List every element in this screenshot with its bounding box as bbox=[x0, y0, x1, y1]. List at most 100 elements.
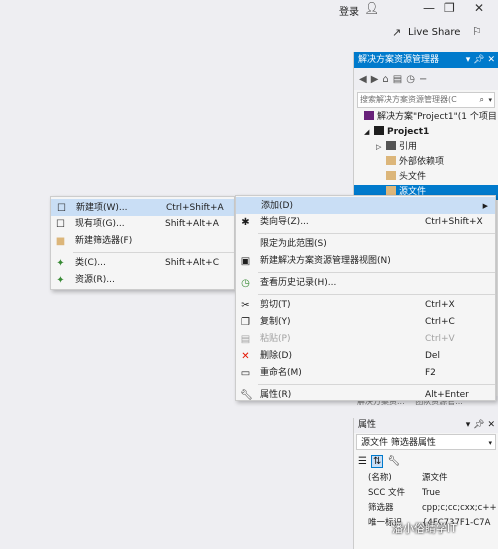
menu-separator bbox=[258, 272, 495, 273]
home-icon[interactable]: ⌂ bbox=[382, 74, 388, 85]
menu-shortcut: F2 bbox=[425, 368, 436, 378]
alphabetical-icon[interactable]: ⇅ bbox=[370, 454, 384, 468]
minimize-icon[interactable]: — bbox=[423, 1, 435, 15]
properties-object-select[interactable]: 源文件 筛选器属性 ▾ bbox=[356, 434, 496, 450]
menu-item-view-history[interactable]: ◷ 查看历史记录(H)... bbox=[236, 275, 495, 292]
context-menu: 添加(D) ▶ ✱ 类向导(Z)... Ctrl+Shift+X 限定为此范围(… bbox=[235, 195, 496, 401]
resource-icon: ✦ bbox=[56, 275, 65, 286]
share-icon[interactable]: ↗ bbox=[392, 26, 401, 39]
menu-item-new-explorer-view[interactable]: ▣ 新建解决方案资源管理器视图(N) bbox=[236, 253, 495, 270]
watermark: 潘小俗睛学IT bbox=[392, 522, 457, 535]
property-key: SCC 文件 bbox=[368, 488, 405, 498]
tree-item-external-deps[interactable]: 外部依赖项 bbox=[354, 155, 498, 170]
menu-item-cut[interactable]: ✂ 剪切(T) Ctrl+X bbox=[236, 297, 495, 314]
tree-item-project[interactable]: ◢ Project1 bbox=[354, 125, 498, 140]
menu-label: 新建解决方案资源管理器视图(N) bbox=[260, 256, 391, 266]
properties-object-label: 源文件 筛选器属性 bbox=[361, 438, 436, 448]
project-icon bbox=[374, 126, 384, 135]
property-value[interactable]: True bbox=[422, 486, 498, 501]
search-input[interactable]: 搜索解决方案资源管理器(C ⌕ ▾ bbox=[357, 92, 495, 108]
menu-shortcut: Ctrl+V bbox=[425, 334, 455, 344]
menu-label: 复制(Y) bbox=[260, 317, 291, 327]
menu-item-properties[interactable]: 🔧︎ 属性(R) Alt+Enter bbox=[236, 387, 495, 404]
categorized-icon[interactable]: ☰ bbox=[358, 456, 367, 467]
property-row[interactable]: SCC 文件 True bbox=[354, 486, 498, 501]
menu-item-resource[interactable]: ✦ 资源(R)... bbox=[51, 272, 234, 289]
solution-explorer-toolbar: ◀ ▶ ⌂ ▤ ◷ − bbox=[354, 68, 498, 90]
properties-title-controls[interactable]: ▾ 📌︎ ✕ bbox=[466, 418, 495, 433]
history-icon[interactable]: ◷ bbox=[406, 74, 415, 85]
copy-icon: ❐ bbox=[241, 317, 250, 328]
menu-label: 类(C)... bbox=[75, 258, 106, 268]
menu-item-copy[interactable]: ❐ 复制(Y) Ctrl+C bbox=[236, 314, 495, 331]
submenu-arrow-icon: ▶ bbox=[482, 202, 488, 210]
history-icon: ◷ bbox=[241, 278, 250, 289]
chevron-down-icon[interactable]: ▾ bbox=[488, 435, 492, 451]
forward-icon[interactable]: ▶ bbox=[371, 74, 379, 85]
feedback-icon[interactable]: ⚐ bbox=[472, 25, 482, 38]
delete-icon: ✕ bbox=[241, 351, 250, 362]
properties-title: 属性 ▾ 📌︎ ✕ bbox=[354, 418, 498, 433]
panel-title-controls[interactable]: ▾ 📌︎ ✕ bbox=[466, 52, 495, 68]
title-bar: 登录 👤︎ — ❐ ✕ ↗ Live Share ⚐ bbox=[0, 0, 498, 46]
menu-item-add[interactable]: 添加(D) ▶ bbox=[236, 197, 495, 214]
collapsed-arrow-icon[interactable]: ▷ bbox=[376, 140, 386, 155]
back-icon[interactable]: ◀ bbox=[359, 74, 367, 85]
switch-view-icon[interactable]: ▤ bbox=[393, 74, 402, 85]
menu-label: 粘贴(P) bbox=[260, 334, 291, 344]
settings-icon[interactable]: − bbox=[419, 74, 427, 85]
close-icon[interactable]: ✕ bbox=[474, 1, 484, 15]
tree-label: 解决方案"Project1"(1 个项目 bbox=[377, 112, 497, 122]
menu-label: 添加(D) bbox=[261, 201, 293, 211]
menu-item-delete[interactable]: ✕ 删除(D) Del bbox=[236, 348, 495, 365]
menu-label: 删除(D) bbox=[260, 351, 292, 361]
property-value[interactable]: 源文件 bbox=[422, 471, 498, 486]
add-submenu: ☐ 新建项(W)... Ctrl+Shift+A ☐ 现有项(G)... Shi… bbox=[50, 196, 235, 290]
menu-item-class[interactable]: ✦ 类(C)... Shift+Alt+C bbox=[51, 255, 234, 272]
menu-item-new-item[interactable]: ☐ 新建项(W)... Ctrl+Shift+A bbox=[51, 199, 234, 216]
property-row[interactable]: 筛选器 cpp;c;cc;cxx;c++ bbox=[354, 501, 498, 516]
menu-shortcut: Alt+Enter bbox=[425, 390, 469, 400]
menu-item-scope-to-this[interactable]: 限定为此范围(S) bbox=[236, 236, 495, 253]
solution-explorer-title: 解决方案资源管理器 ▾ 📌︎ ✕ bbox=[354, 52, 498, 68]
scissors-icon: ✂ bbox=[241, 300, 250, 311]
existing-item-icon: ☐ bbox=[56, 219, 65, 230]
menu-shortcut: Ctrl+X bbox=[425, 300, 455, 310]
property-key: 筛选器 bbox=[368, 503, 394, 513]
tree-item-solution[interactable]: 解决方案"Project1"(1 个项目 bbox=[354, 110, 498, 125]
tree-label: 头文件 bbox=[399, 172, 427, 182]
property-pages-icon[interactable]: 🔧︎ bbox=[387, 456, 400, 467]
menu-label: 属性(R) bbox=[260, 390, 292, 400]
menu-label: 剪切(T) bbox=[260, 300, 291, 310]
menu-item-class-wizard[interactable]: ✱ 类向导(Z)... Ctrl+Shift+X bbox=[236, 214, 495, 231]
search-placeholder: 搜索解决方案资源管理器(C bbox=[360, 95, 457, 104]
menu-item-rename[interactable]: ▭ 重命名(M) F2 bbox=[236, 365, 495, 382]
menu-shortcut: Ctrl+Shift+X bbox=[425, 217, 483, 227]
menu-shortcut: Ctrl+Shift+A bbox=[166, 203, 224, 213]
menu-item-existing-item[interactable]: ☐ 现有项(G)... Shift+Alt+A bbox=[51, 216, 234, 233]
login-link[interactable]: 登录 bbox=[339, 3, 359, 18]
folder-icon bbox=[386, 156, 396, 165]
restore-icon[interactable]: ❐ bbox=[444, 1, 455, 15]
menu-separator bbox=[73, 252, 234, 253]
expanded-arrow-icon[interactable]: ◢ bbox=[364, 125, 374, 140]
menu-label: 新建项(W)... bbox=[76, 203, 128, 213]
menu-label: 新建筛选器(F) bbox=[75, 236, 133, 246]
tree-item-header-files[interactable]: 头文件 bbox=[354, 170, 498, 185]
solution-icon bbox=[364, 111, 374, 120]
menu-separator bbox=[258, 233, 495, 234]
menu-label: 类向导(Z)... bbox=[260, 217, 309, 227]
tree-label: 引用 bbox=[399, 142, 418, 152]
search-icon[interactable]: ⌕ bbox=[480, 93, 484, 107]
menu-item-new-filter[interactable]: ■ 新建筛选器(F) bbox=[51, 233, 234, 250]
user-icon[interactable]: 👤︎ bbox=[364, 1, 379, 15]
tree-item-references[interactable]: ▷ 引用 bbox=[354, 140, 498, 155]
chevron-down-icon[interactable]: ▾ bbox=[488, 93, 492, 107]
folder-icon bbox=[386, 171, 396, 180]
property-row[interactable]: (名称) 源文件 bbox=[354, 471, 498, 486]
live-share-button[interactable]: Live Share bbox=[408, 27, 460, 38]
property-value[interactable]: cpp;c;cc;cxx;c++ bbox=[422, 501, 498, 516]
panel-title-text: 解决方案资源管理器 bbox=[358, 55, 440, 65]
references-icon bbox=[386, 141, 396, 150]
property-key: (名称) bbox=[368, 473, 392, 483]
